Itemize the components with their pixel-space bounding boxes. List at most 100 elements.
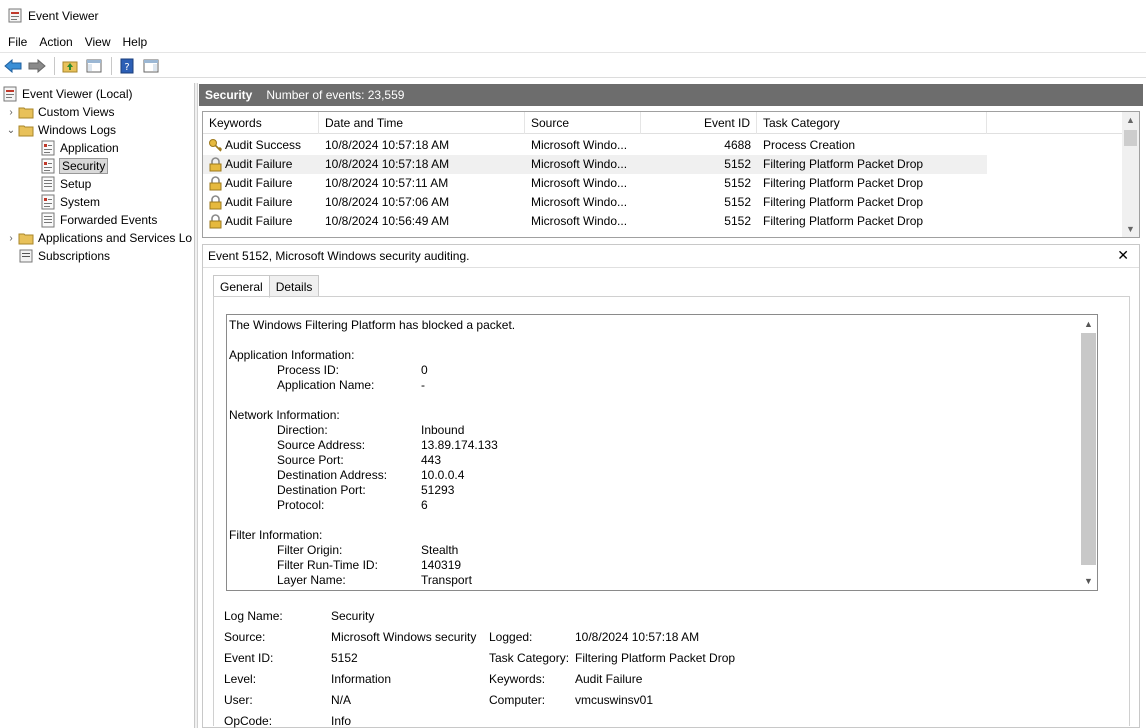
- tree-item-security[interactable]: Security: [40, 157, 109, 175]
- tree-item-subscriptions[interactable]: Subscriptions: [18, 247, 110, 265]
- folder-icon: [18, 125, 34, 137]
- prop-label: Computer:: [489, 693, 546, 707]
- chevron-right-icon[interactable]: ›: [4, 233, 18, 244]
- cell-keyword: Audit Success: [225, 138, 302, 152]
- log-title: Security: [205, 88, 253, 102]
- cell-source: Microsoft Windo...: [531, 157, 628, 171]
- scroll-down-icon[interactable]: ▼: [1122, 221, 1139, 237]
- column-keywords[interactable]: Keywords: [203, 112, 319, 134]
- event-row[interactable]: Audit Failure 10/8/2024 10:57:11 AM Micr…: [203, 174, 987, 193]
- show-hide-action-pane-button[interactable]: [140, 56, 162, 76]
- tree-item-application[interactable]: Application: [40, 139, 119, 157]
- message-value: Stealth: [421, 543, 459, 557]
- message-key: Layer Name:: [277, 573, 346, 587]
- menu-view[interactable]: View: [79, 31, 117, 53]
- cell-event-id: 5152: [724, 157, 751, 171]
- close-icon[interactable]: ✕: [1117, 247, 1129, 264]
- tree-item-forwarded-events[interactable]: Forwarded Events: [40, 211, 157, 229]
- prop-label: Logged:: [489, 630, 533, 644]
- message-value: 6: [421, 498, 428, 512]
- tree-label: Forwarded Events: [60, 213, 158, 227]
- back-button[interactable]: [2, 56, 24, 76]
- log-icon: [41, 140, 55, 156]
- tree-item-custom-views[interactable]: › Custom Views: [4, 103, 114, 121]
- message-value: Inbound: [421, 423, 465, 437]
- log-icon: [41, 176, 55, 192]
- cell-date: 10/8/2024 10:56:49 AM: [325, 214, 450, 228]
- forward-button[interactable]: [26, 56, 48, 76]
- tree-item-system[interactable]: System: [40, 193, 100, 211]
- message-value: 51293: [421, 483, 455, 497]
- event-list-scrollbar[interactable]: ▲ ▼: [1122, 112, 1139, 237]
- tree-item-windows-logs[interactable]: ⌄ Windows Logs: [4, 121, 116, 139]
- event-row[interactable]: Audit Failure 10/8/2024 10:57:18 AM Micr…: [203, 155, 987, 174]
- menu-file[interactable]: File: [2, 31, 33, 53]
- menu-help[interactable]: Help: [117, 31, 154, 53]
- tab-details[interactable]: Details: [268, 275, 320, 297]
- message-scrollbar[interactable]: ▲ ▼: [1080, 315, 1097, 590]
- cell-keyword: Audit Failure: [225, 176, 293, 190]
- show-hide-tree-button[interactable]: [83, 56, 105, 76]
- message-value: 0: [421, 363, 428, 377]
- toolbar-separator: [54, 56, 55, 75]
- prop-value: N/A: [331, 693, 352, 707]
- prop-label: Keywords:: [489, 672, 546, 686]
- column-task-category[interactable]: Task Category: [757, 112, 987, 134]
- back-arrow-icon: [4, 58, 22, 73]
- cell-event-id: 4688: [724, 138, 751, 152]
- chevron-right-icon[interactable]: ›: [4, 107, 18, 118]
- prop-label: Log Name:: [224, 609, 283, 623]
- up-folder-button[interactable]: [59, 56, 81, 76]
- message-key: Application Name:: [277, 378, 375, 392]
- message-key: Filter Run-Time ID:: [277, 558, 378, 572]
- folder-up-icon: [62, 61, 78, 72]
- tree-item-setup[interactable]: Setup: [40, 175, 91, 193]
- event-row[interactable]: Audit Failure 10/8/2024 10:56:49 AM Micr…: [203, 212, 987, 231]
- lock-icon: [209, 157, 222, 172]
- toolbar-separator: [111, 56, 112, 75]
- tree-label: Subscriptions: [38, 249, 111, 263]
- tab-general[interactable]: General: [213, 275, 270, 298]
- pane-splitter[interactable]: [195, 83, 198, 728]
- tree-item-apps-services[interactable]: › Applications and Services Lo: [4, 229, 192, 247]
- lock-icon: [209, 176, 222, 191]
- cell-event-id: 5152: [724, 195, 751, 209]
- message-key: Destination Port:: [277, 483, 366, 497]
- column-source[interactable]: Source: [525, 112, 641, 134]
- message-key: Source Port:: [277, 453, 344, 467]
- message-key: Process ID:: [277, 363, 340, 377]
- event-count: Number of events: 23,559: [266, 88, 405, 102]
- detail-title: Event 5152, Microsoft Windows security a…: [208, 249, 470, 263]
- message-intro: The Windows Filtering Platform has block…: [229, 318, 516, 332]
- cell-event-id: 5152: [724, 214, 751, 228]
- divider: [203, 267, 1139, 268]
- folder-icon: [18, 233, 34, 245]
- event-message-box[interactable]: The Windows Filtering Platform has block…: [226, 314, 1098, 591]
- tree-item-root[interactable]: Event Viewer (Local): [2, 85, 133, 103]
- scroll-thumb[interactable]: [1081, 333, 1096, 565]
- column-event-id[interactable]: Event ID: [641, 112, 757, 134]
- detail-tabs: General Details: [213, 275, 320, 298]
- scroll-up-icon[interactable]: ▲: [1122, 112, 1139, 128]
- chevron-down-icon[interactable]: ⌄: [4, 125, 18, 136]
- tree-label: Windows Logs: [38, 123, 117, 137]
- cell-source: Microsoft Windo...: [531, 195, 628, 209]
- help-button[interactable]: ?: [116, 56, 138, 76]
- prop-value: 10/8/2024 10:57:18 AM: [575, 630, 700, 644]
- tree-label: Security: [58, 158, 109, 174]
- cell-category: Filtering Platform Packet Drop: [763, 157, 924, 171]
- menu-action[interactable]: Action: [33, 31, 78, 53]
- event-row[interactable]: Audit Failure 10/8/2024 10:57:06 AM Micr…: [203, 193, 987, 212]
- scroll-up-icon[interactable]: ▲: [1080, 316, 1097, 332]
- message-key: Protocol:: [277, 498, 325, 512]
- log-icon: [41, 194, 55, 210]
- event-detail-pane: Event 5152, Microsoft Windows security a…: [202, 244, 1140, 728]
- scroll-thumb[interactable]: [1124, 130, 1137, 146]
- scroll-down-icon[interactable]: ▼: [1080, 573, 1097, 589]
- prop-value: 5152: [331, 651, 358, 665]
- help-icon: ?: [120, 58, 134, 73]
- lock-icon: [209, 214, 222, 229]
- cell-date: 10/8/2024 10:57:06 AM: [325, 195, 450, 209]
- event-row[interactable]: Audit Success 10/8/2024 10:57:18 AM Micr…: [203, 136, 987, 155]
- column-date-time[interactable]: Date and Time: [319, 112, 525, 134]
